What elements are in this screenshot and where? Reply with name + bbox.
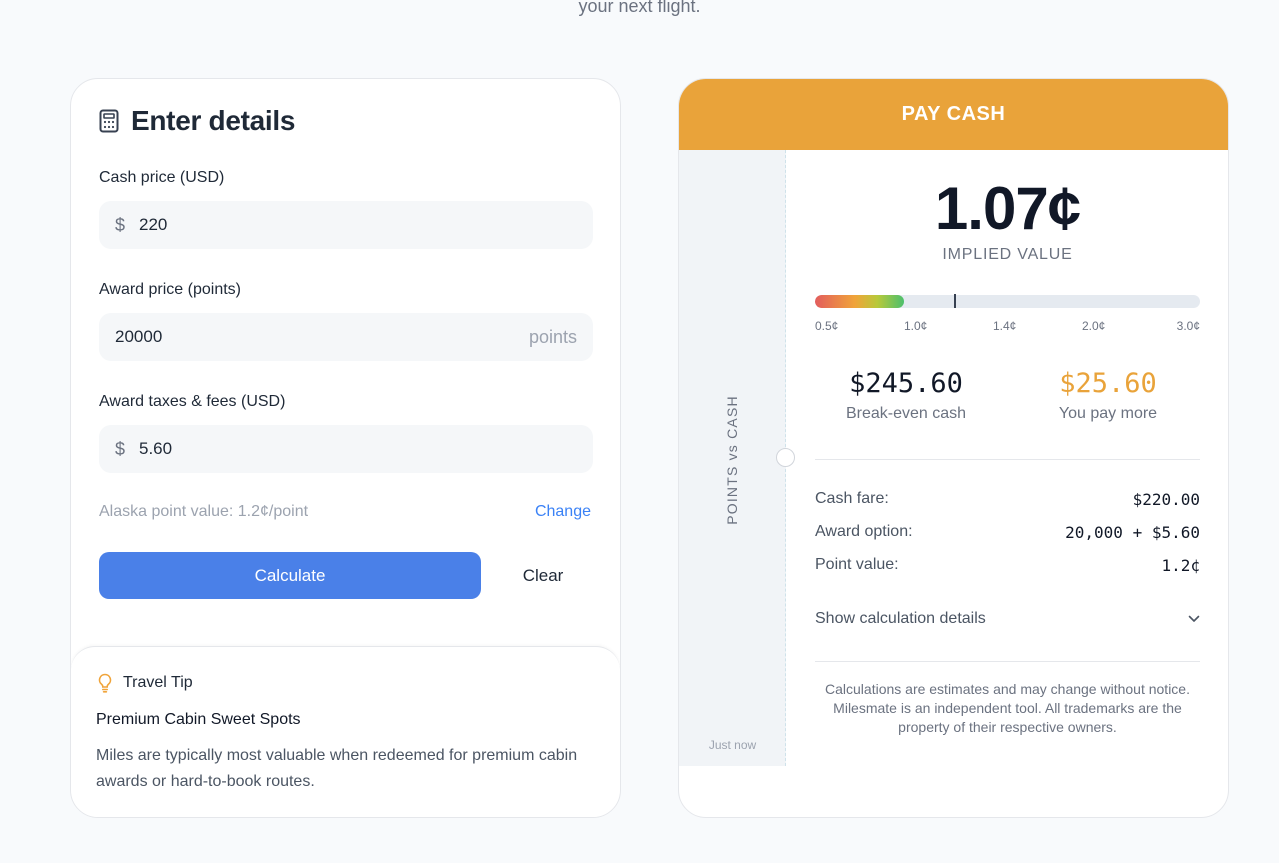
row-value: 20,000 + $5.60 [1065, 523, 1200, 542]
page-subtitle: your next flight. [578, 0, 701, 16]
scale-tick-label: 2.0¢ [1082, 319, 1106, 333]
divider [815, 661, 1200, 662]
pay-more-label: You pay more [1058, 405, 1158, 422]
change-point-value-link[interactable]: Change [535, 503, 591, 521]
tip-heading: Travel Tip [97, 673, 193, 693]
breakeven-stat: $245.60 Break-even cash [827, 368, 985, 423]
implied-value-label: IMPLIED VALUE [942, 246, 1073, 263]
lightbulb-icon [98, 673, 112, 693]
calculator-icon [99, 109, 119, 133]
tip-text: Miles are typically most valuable when r… [96, 747, 578, 790]
summary-row: Cash fare: $220.00 [815, 490, 1200, 509]
row-value: 1.2¢ [1161, 556, 1200, 575]
award-price-value: 20000 [115, 327, 163, 346]
cash-price-input[interactable]: $ 220 [99, 201, 593, 249]
points-suffix: points [528, 326, 577, 347]
scale-tick-label: 1.0¢ [904, 319, 928, 333]
ticket-stub: POINTS vs CASH Just now [679, 150, 786, 766]
verdict-banner: PAY CASH [679, 79, 1228, 150]
stub-label: POINTS vs CASH [724, 395, 740, 525]
pay-more-stat: $25.60 You pay more [1029, 368, 1187, 423]
timestamp: Just now [708, 738, 757, 752]
row-label: Point value: [815, 556, 899, 573]
award-price-input[interactable]: 20000 points [99, 313, 593, 361]
calculate-button[interactable]: Calculate [99, 552, 481, 599]
cash-price-value: 220 [139, 215, 168, 234]
tip-heading-text: Travel Tip [123, 674, 193, 691]
scale-tick-label: 1.4¢ [993, 319, 1017, 333]
details-form-card: Enter details Cash price (USD) $ 220 Awa… [70, 78, 621, 818]
award-fees-input[interactable]: $ 5.60 [99, 425, 593, 473]
award-fees-value: 5.60 [139, 439, 173, 458]
value-scale-bar [815, 295, 1200, 308]
travel-tip-card: Travel Tip Premium Cabin Sweet Spots Mil… [71, 646, 620, 817]
breakeven-value: $245.60 [849, 368, 963, 399]
result-card: PAY CASH POINTS vs CASH Just now 1.07¢ I… [678, 78, 1229, 818]
divider [815, 459, 1200, 460]
scale-tick-label: 0.5¢ [815, 319, 839, 333]
summary-row: Award option: 20,000 + $5.60 [815, 523, 1200, 542]
award-fees-label: Award taxes & fees (USD) [99, 393, 286, 410]
award-price-label: Award price (points) [99, 281, 241, 298]
show-details-toggle[interactable]: Show calculation details [815, 610, 1200, 628]
value-scale-fill [815, 295, 904, 308]
show-details-label: Show calculation details [815, 610, 986, 627]
tip-title: Premium Cabin Sweet Spots [96, 711, 301, 728]
summary-row: Point value: 1.2¢ [815, 556, 1200, 575]
breakeven-label: Break-even cash [845, 405, 967, 422]
pay-more-value: $25.60 [1059, 368, 1157, 399]
row-label: Cash fare: [815, 490, 889, 507]
form-title: Enter details [99, 105, 295, 137]
row-value: $220.00 [1132, 490, 1200, 509]
implied-value: 1.07¢ [934, 175, 1081, 242]
point-value-note: Alaska point value: 1.2¢/point [99, 503, 309, 520]
value-scale-marker [953, 294, 956, 308]
clear-button[interactable]: Clear [487, 552, 599, 599]
dollar-prefix: $ [115, 214, 126, 235]
disclaimer: Calculations are estimates and may chang… [825, 681, 1190, 735]
scale-tick-label: 3.0¢ [1176, 319, 1200, 333]
dollar-prefix: $ [115, 438, 126, 459]
cash-price-label: Cash price (USD) [99, 169, 225, 186]
form-title-text: Enter details [131, 105, 296, 136]
ticket-notch [776, 448, 795, 467]
row-label: Award option: [815, 523, 913, 540]
chevron-down-icon [1188, 615, 1200, 622]
